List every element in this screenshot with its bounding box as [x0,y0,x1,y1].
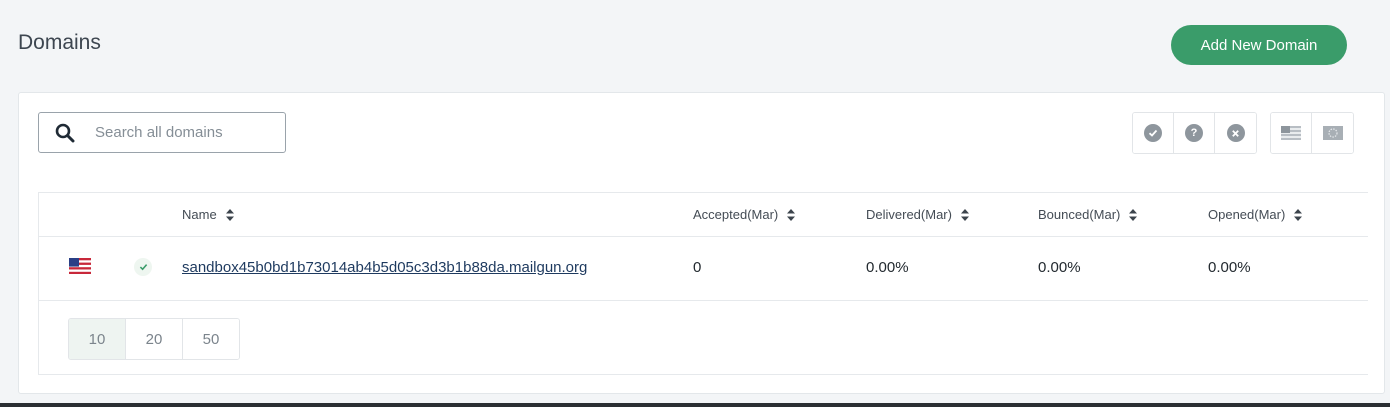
region-filter-group [1270,112,1354,154]
disabled-filter-button[interactable] [1215,113,1256,153]
sort-icon [960,208,969,221]
bounced-value: 0.00% [1038,259,1081,276]
check-icon [134,258,152,276]
accepted-value: 0 [693,259,702,276]
column-header-opened[interactable]: Opened(Mar) [1208,207,1303,222]
column-header-accepted[interactable]: Accepted(Mar) [693,207,796,222]
search-box[interactable] [38,112,286,153]
sort-icon [787,208,796,221]
column-header-label: Bounced(Mar) [1038,207,1121,222]
page-title: Domains [18,31,101,54]
search-input[interactable] [93,123,277,142]
sort-icon [1294,208,1303,221]
page-size-10[interactable]: 10 [69,319,126,359]
x-circle-icon [1226,124,1245,142]
column-header-bounced[interactable]: Bounced(Mar) [1038,207,1138,222]
page-size-20[interactable]: 20 [126,319,183,359]
add-new-domain-button[interactable]: Add New Domain [1171,25,1347,65]
column-header-label: Accepted(Mar) [693,207,779,222]
column-header-delivered[interactable]: Delivered(Mar) [866,207,969,222]
column-header-label: Name [182,207,217,222]
us-flag-icon [69,258,91,274]
table-row: sandbox45b0bd1b73014ab4b5d05c3d3b1b88da.… [39,237,1368,301]
table-header: Name Accepted(Mar) Delivered(Mar) Bounce… [39,193,1368,237]
column-header-label: Opened(Mar) [1208,207,1286,222]
sort-icon [1129,208,1138,221]
search-icon [55,123,75,142]
domains-card: ? Name [18,92,1385,394]
status-filter-group: ? [1132,112,1257,154]
page-size-selector: 10 20 50 [68,318,240,360]
active-filter-button[interactable] [1133,113,1174,153]
delivered-value: 0.00% [866,259,909,276]
us-region-filter-button[interactable] [1271,113,1312,153]
page-size-50[interactable]: 50 [183,319,239,359]
opened-value: 0.00% [1208,259,1251,276]
column-header-label: Delivered(Mar) [866,207,952,222]
sort-icon [225,208,234,221]
domains-table: Name Accepted(Mar) Delivered(Mar) Bounce… [38,192,1368,375]
domain-name-link[interactable]: sandbox45b0bd1b73014ab4b5d05c3d3b1b88da.… [182,259,587,276]
unverified-filter-button[interactable]: ? [1174,113,1215,153]
column-header-name[interactable]: Name [182,207,234,222]
eu-flag-icon [1322,126,1343,140]
question-circle-icon: ? [1185,124,1203,142]
bottom-divider [0,403,1390,407]
eu-region-filter-button[interactable] [1312,113,1353,153]
us-flag-icon [1281,126,1301,140]
check-circle-icon [1144,124,1162,142]
